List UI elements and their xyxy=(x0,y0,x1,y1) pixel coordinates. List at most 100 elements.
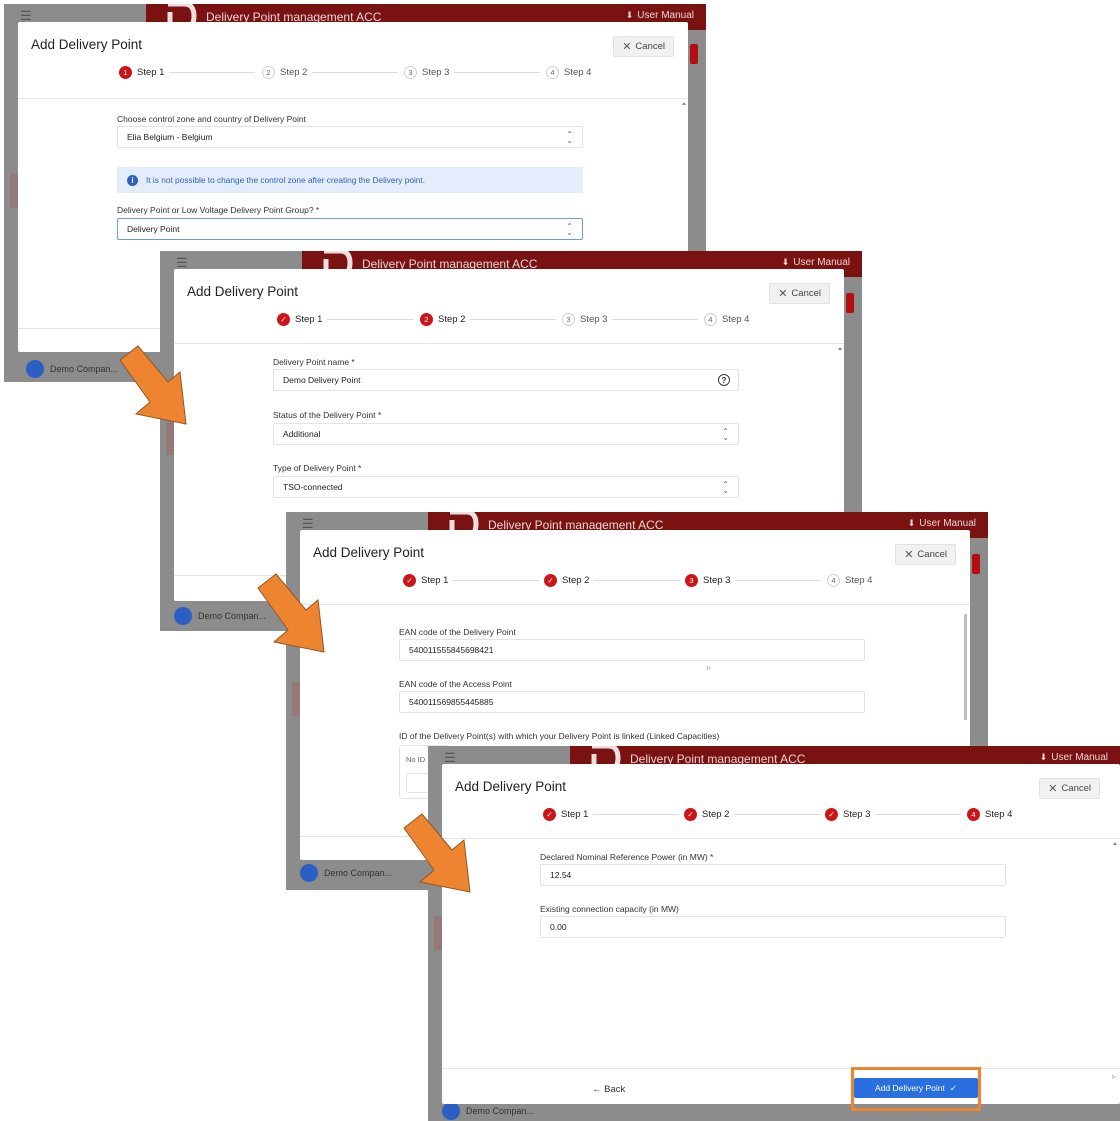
close-icon: ✕ xyxy=(904,549,914,561)
step-3[interactable]: ✓ Step 3 xyxy=(825,808,962,821)
step-4[interactable]: 4 Step 4 xyxy=(967,808,1012,821)
stepper: 1 Step 1 2 Step 2 3 Step 3 4 Step 4 xyxy=(119,66,599,82)
step-2[interactable]: 2 Step 2 xyxy=(262,66,399,79)
ean-delivery-point-input[interactable]: 540011555845698421 xyxy=(399,639,865,661)
cancel-button[interactable]: ✕ Cancel xyxy=(1039,778,1100,799)
step-1[interactable]: 1 Step 1 xyxy=(119,66,256,79)
info-alert: i It is not possible to change the contro… xyxy=(117,167,583,193)
download-icon: ⬇ xyxy=(625,10,634,20)
delivery-point-type-label: Delivery Point or Low Voltage Delivery P… xyxy=(117,205,320,215)
stepper: ✓ Step 1 ✓ Step 2 3 Step 3 4 Step 4 xyxy=(403,574,883,590)
footer-divider xyxy=(442,1068,1120,1069)
nominal-power-label: Declared Nominal Reference Power (in MW)… xyxy=(540,852,714,862)
close-icon: ✕ xyxy=(1048,783,1058,795)
divider xyxy=(174,343,844,344)
step-2[interactable]: 2 Step 2 xyxy=(420,313,557,326)
dialog-title: Add Delivery Point xyxy=(187,284,299,299)
avatar xyxy=(26,360,44,378)
dialog-title: Add Delivery Point xyxy=(455,779,567,794)
delivery-point-name-label: Delivery Point name * xyxy=(273,357,355,367)
step-4[interactable]: 4 Step 4 xyxy=(827,574,872,587)
arrow-icon xyxy=(403,813,471,893)
user-manual-link[interactable]: ⬇ User Manual xyxy=(626,10,694,21)
close-icon: ✕ xyxy=(622,41,632,53)
check-icon: ✓ xyxy=(544,574,557,587)
avatar xyxy=(174,607,192,625)
arrow-left-icon: ← xyxy=(592,1084,605,1095)
step-1[interactable]: ✓ Step 1 xyxy=(403,574,540,587)
check-icon: ✓ xyxy=(825,808,838,821)
cancel-button[interactable]: ✕ Cancel xyxy=(769,283,830,304)
delivery-point-type-label: Type of Delivery Point * xyxy=(273,463,362,473)
control-zone-label: Choose control zone and country of Deliv… xyxy=(117,114,306,124)
select-chevron-icon: ⌃ ⌄ xyxy=(566,222,573,237)
page-action-tab[interactable] xyxy=(972,554,980,574)
screenshot-step-4: ☰ Delivery Point management ACC ⬇ User Ma… xyxy=(428,746,1120,1121)
page-action-tab[interactable] xyxy=(690,44,698,64)
divider xyxy=(442,838,1120,839)
ean-access-point-label: EAN code of the Access Point xyxy=(399,679,512,689)
step-1[interactable]: ✓ Step 1 xyxy=(543,808,680,821)
download-icon: ⬇ xyxy=(1039,752,1048,762)
user-manual-link[interactable]: ⬇ User Manual xyxy=(782,257,850,268)
check-icon: ✓ xyxy=(543,808,556,821)
user-chip[interactable]: Demo Compan... xyxy=(300,864,392,882)
divider xyxy=(18,98,688,99)
dialog-title: Add Delivery Point xyxy=(31,37,143,52)
download-icon: ⬇ xyxy=(781,257,790,267)
step-3[interactable]: 3 Step 3 xyxy=(685,574,822,587)
scroll-up-icon[interactable] xyxy=(838,347,842,350)
connection-capacity-input[interactable]: 0.00 xyxy=(540,916,1006,938)
user-chip[interactable]: Demo Compan... xyxy=(442,1102,534,1120)
divider xyxy=(300,604,970,605)
linked-capacities-label: ID of the Delivery Point(s) with which y… xyxy=(399,731,720,741)
no-id-label: No ID xyxy=(406,755,426,764)
select-chevron-icon: ⌃ ⌄ xyxy=(722,427,729,442)
step-2[interactable]: ✓ Step 2 xyxy=(684,808,821,821)
help-icon[interactable]: ? xyxy=(718,374,730,386)
nominal-power-input[interactable]: 12.54 xyxy=(540,864,1006,886)
close-icon: ✕ xyxy=(778,288,788,300)
step-1[interactable]: ✓ Step 1 xyxy=(277,313,414,326)
step-3[interactable]: 3 Step 3 xyxy=(562,313,699,326)
stepper: ✓ Step 1 ✓ Step 2 ✓ Step 3 4 Step 4 xyxy=(543,808,1023,824)
avatar xyxy=(442,1102,460,1120)
user-manual-link[interactable]: ⬇ User Manual xyxy=(908,518,976,529)
info-icon: i xyxy=(127,174,138,186)
dialog-title: Add Delivery Point xyxy=(313,545,425,560)
status-label: Status of the Delivery Point * xyxy=(273,410,382,420)
mouse-cursor-icon: ▹ xyxy=(707,663,712,672)
arrow-icon xyxy=(257,573,325,653)
step-4[interactable]: 4 Step 4 xyxy=(704,313,749,326)
scrollbar[interactable] xyxy=(964,614,967,720)
step-3[interactable]: 3 Step 3 xyxy=(404,66,541,79)
download-icon: ⬇ xyxy=(907,518,916,528)
user-chip[interactable]: Demo Compan... xyxy=(26,360,118,378)
highlight-frame xyxy=(851,1067,981,1111)
cancel-button[interactable]: ✕ Cancel xyxy=(613,36,674,57)
check-icon: ✓ xyxy=(403,574,416,587)
control-zone-select[interactable]: Elia Belgium - Belgium ⌃ ⌄ xyxy=(117,126,583,148)
ean-access-point-input[interactable]: 540011569855445885 xyxy=(399,691,865,713)
arrow-icon xyxy=(119,345,187,425)
check-icon: ✓ xyxy=(277,313,290,326)
user-manual-link[interactable]: ⬇ User Manual xyxy=(1040,752,1108,763)
connection-capacity-label: Existing connection capacity (in MW) xyxy=(540,904,679,914)
page-action-tab[interactable] xyxy=(846,293,854,313)
cancel-button[interactable]: ✕ Cancel xyxy=(895,544,956,565)
scroll-up-icon[interactable] xyxy=(682,102,686,105)
add-delivery-point-dialog: Add Delivery Point ✕ Cancel ✓ Step 1 ✓ Step… xyxy=(442,764,1120,1104)
step-4[interactable]: 4 Step 4 xyxy=(546,66,591,79)
step-2[interactable]: ✓ Step 2 xyxy=(544,574,681,587)
ean-delivery-point-label: EAN code of the Delivery Point xyxy=(399,627,516,637)
stepper: ✓ Step 1 2 Step 2 3 Step 3 4 Step 4 xyxy=(277,313,757,329)
avatar xyxy=(300,864,318,882)
scroll-up-icon[interactable] xyxy=(1113,842,1117,845)
delivery-point-type-select[interactable]: Delivery Point ⌃ ⌄ xyxy=(117,218,583,240)
delivery-point-type-select[interactable]: TSO-connected ⌃ ⌄ xyxy=(273,476,739,498)
status-select[interactable]: Additional ⌃ ⌄ xyxy=(273,423,739,445)
mouse-cursor-icon: ▹ xyxy=(1111,1072,1116,1081)
back-button[interactable]: ← Back xyxy=(592,1084,625,1095)
delivery-point-name-input[interactable]: Demo Delivery Point? xyxy=(273,369,739,391)
select-chevron-icon: ⌃ ⌄ xyxy=(722,480,729,495)
